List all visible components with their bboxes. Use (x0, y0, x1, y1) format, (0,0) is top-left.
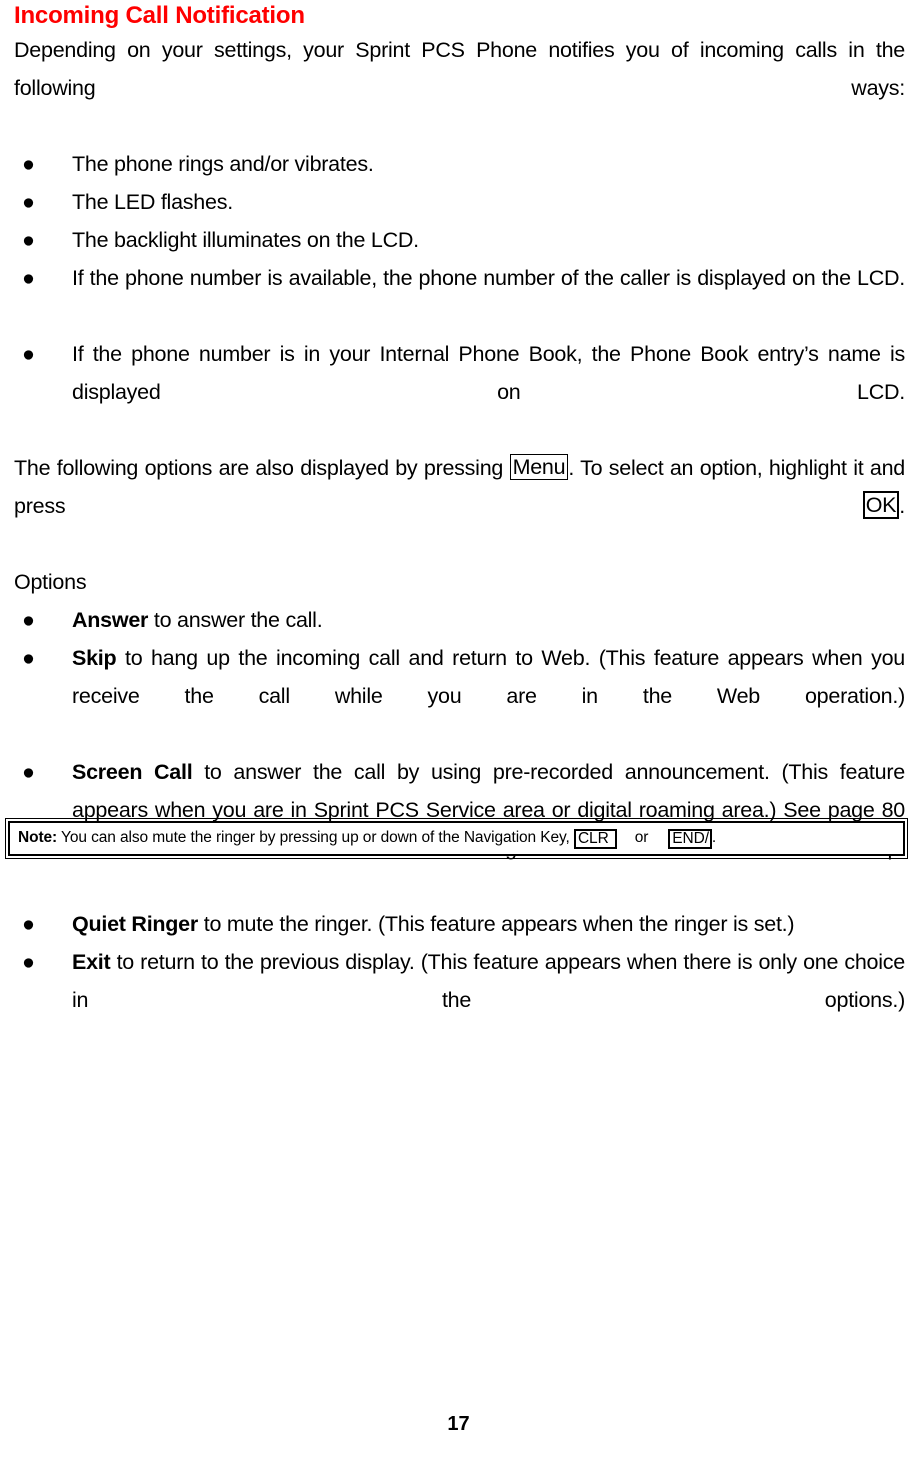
option-description: to answer the call. (148, 608, 323, 632)
list-item: ● Answer to answer the call. (14, 601, 905, 639)
option-name: Screen Call (72, 760, 193, 784)
bullet-icon: ● (22, 950, 35, 974)
instruction-text-after: . (899, 494, 905, 518)
bullet-icon: ● (22, 646, 35, 670)
menu-keycap[interactable]: Menu (509, 454, 569, 481)
notification-bullet-list: ● The phone rings and/or vibrates. ● The… (14, 145, 905, 449)
list-item-text: The backlight illuminates on the LCD. (72, 228, 419, 252)
note-body-text: You can also mute the ringer by pressing… (57, 829, 574, 846)
bullet-icon: ● (22, 152, 35, 176)
option-name: Quiet Ringer (72, 912, 199, 936)
ok-keycap[interactable]: OK (862, 491, 900, 520)
bullet-icon: ● (22, 228, 35, 252)
list-item: ● The phone rings and/or vibrates. (14, 145, 905, 183)
list-item-text: If the phone number is in your Internal … (72, 342, 905, 404)
list-item: ● Quiet Ringer to mute the ringer. (This… (14, 905, 905, 943)
page-title: Incoming Call Notification (14, 2, 305, 29)
option-description: to mute the ringer. (This feature appear… (198, 912, 795, 936)
list-item: ● Skip to hang up the incoming call and … (14, 639, 905, 753)
list-item-text: If the phone number is available, the ph… (72, 266, 905, 290)
list-item: ● If the phone number is available, the … (14, 259, 905, 335)
end-keycap[interactable]: END/ (668, 829, 712, 850)
bullet-icon: ● (22, 608, 35, 632)
bullet-icon: ● (22, 190, 35, 214)
instruction-text-before: The following options are also displayed… (14, 456, 510, 480)
document-page: Incoming Call Notification Depending on … (0, 0, 917, 1459)
option-description: to hang up the incoming call and return … (72, 646, 905, 708)
bullet-icon: ● (22, 912, 35, 936)
list-item-text: The phone rings and/or vibrates. (72, 152, 374, 176)
note-text-after: . (711, 829, 717, 846)
intro-paragraph: Depending on your settings, your Sprint … (14, 38, 905, 100)
page-number: 17 (447, 1413, 470, 1435)
option-name: Exit (72, 950, 111, 974)
option-description: to return to the previous display. (This… (72, 950, 905, 1012)
options-label: Options (14, 570, 87, 594)
bullet-icon: ● (22, 266, 35, 290)
bullet-icon: ● (22, 760, 35, 784)
bullet-icon: ● (22, 342, 35, 366)
list-item: ● If the phone number is in your Interna… (14, 335, 905, 449)
list-item: ● Exit to return to the previous display… (14, 943, 905, 1057)
instruction-paragraph: The following options are also displayed… (14, 449, 905, 563)
clr-keycap[interactable]: CLR (573, 829, 617, 850)
note-label: Note: (18, 829, 58, 846)
list-item-text: The LED flashes. (72, 190, 233, 214)
list-item: ● The backlight illuminates on the LCD. (14, 221, 905, 259)
option-name: Answer (72, 608, 149, 632)
note-text: Note: You can also mute the ringer by pr… (18, 828, 897, 850)
list-item: ● The LED flashes. (14, 183, 905, 221)
option-name: Skip (72, 646, 117, 670)
note-callout: Note: You can also mute the ringer by pr… (5, 817, 908, 860)
note-conjunction: or (634, 829, 649, 846)
